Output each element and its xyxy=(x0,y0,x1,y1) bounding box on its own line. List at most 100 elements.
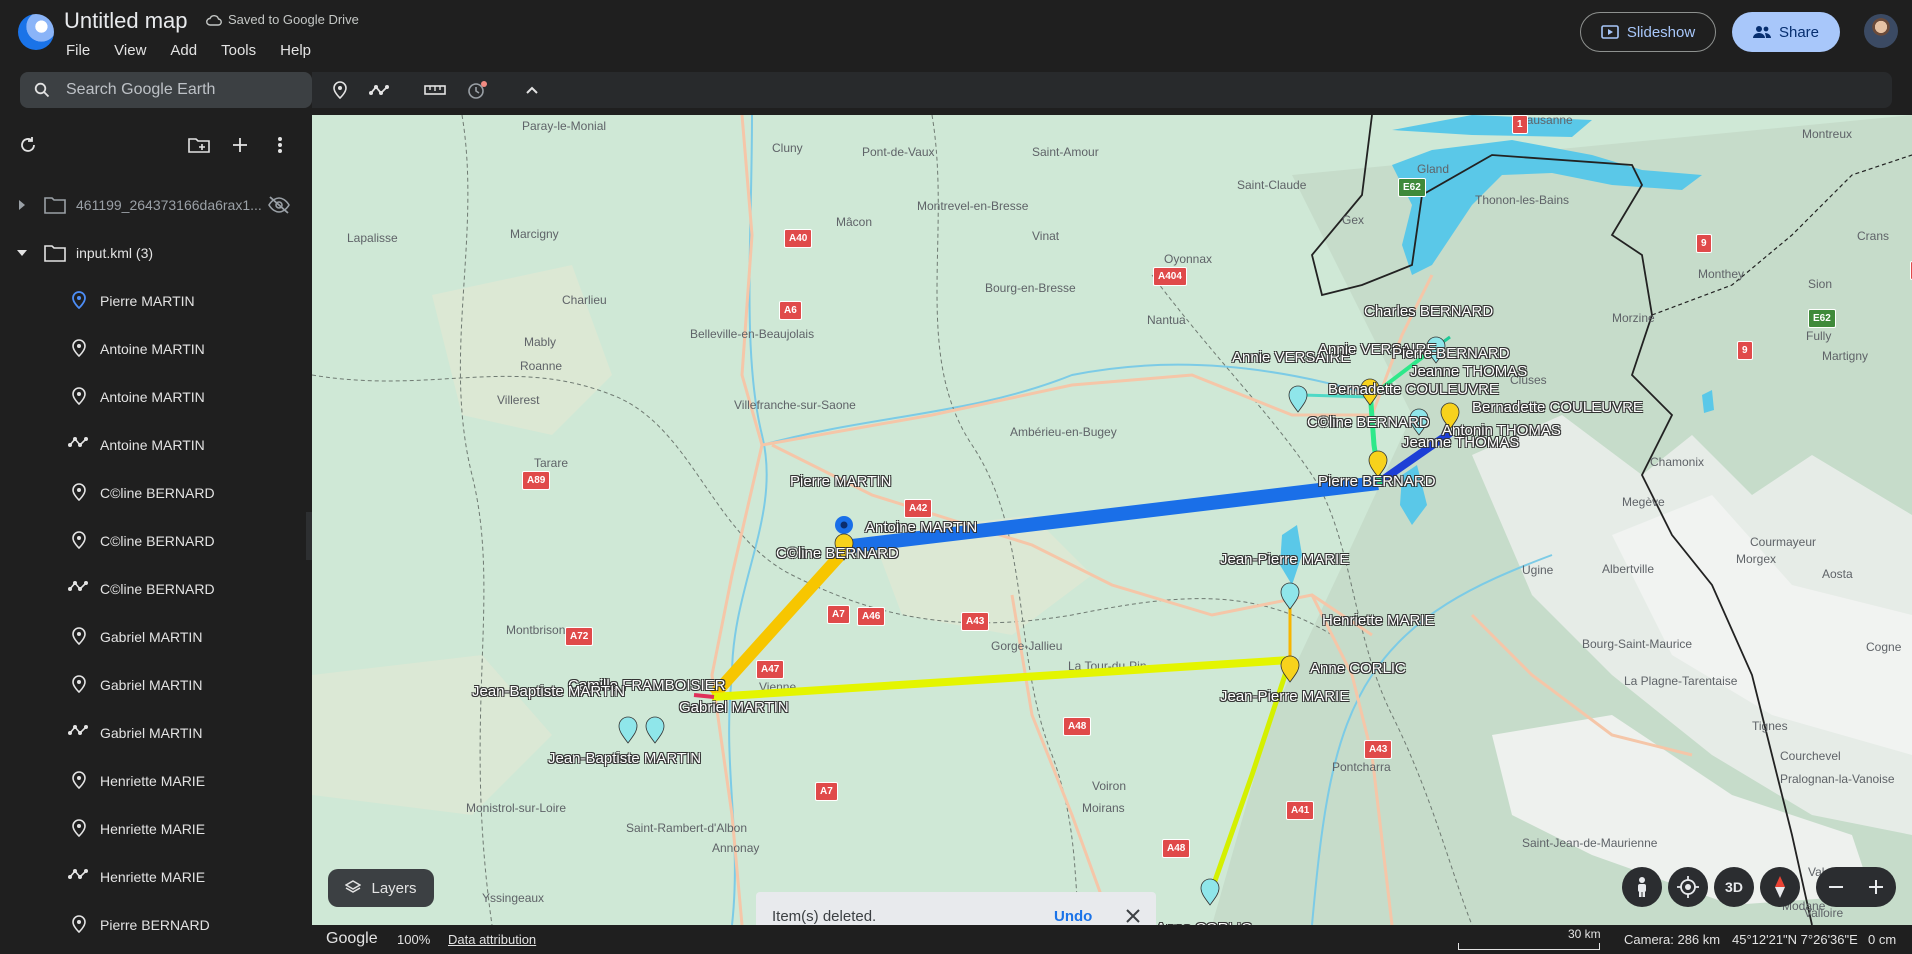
placemark-label[interactable]: C©line BERNARD xyxy=(1307,414,1430,431)
sidebar-item[interactable]: Pierre MARTIN xyxy=(0,281,312,321)
placemark-label[interactable]: Jeanne THOMAS xyxy=(1410,363,1527,380)
placemark-icon xyxy=(72,339,86,360)
folder-label: 461199_264373166da6rax1... xyxy=(76,197,262,213)
sidebar-item[interactable]: Antoine MARTIN xyxy=(0,377,312,417)
menu-file[interactable]: File xyxy=(66,42,90,59)
more-options-button[interactable] xyxy=(268,133,292,157)
draw-path-button[interactable] xyxy=(367,78,393,102)
sidebar-item[interactable]: C©line BERNARD xyxy=(0,521,312,561)
add-item-button[interactable] xyxy=(228,133,252,157)
pegman-icon xyxy=(1638,877,1646,897)
google-earth-logo-icon[interactable] xyxy=(18,14,54,50)
placemark-label[interactable]: Anne CORLIC xyxy=(1310,660,1406,677)
toggle-3d-button[interactable]: 3D xyxy=(1714,867,1754,907)
close-icon[interactable] xyxy=(1126,909,1140,923)
avatar[interactable] xyxy=(1864,14,1898,48)
caret-right-icon[interactable] xyxy=(18,199,26,211)
undo-button[interactable]: Undo xyxy=(1054,908,1092,925)
sidebar-item[interactable]: Antoine MARTIN xyxy=(0,329,312,369)
folder-row[interactable]: input.kml (3) xyxy=(0,233,312,273)
elevation: 0 cm xyxy=(1868,932,1897,947)
data-attribution-link[interactable]: Data attribution xyxy=(448,932,536,947)
sidebar-item[interactable]: Gabriel MARTIN xyxy=(0,665,312,705)
measure-button[interactable] xyxy=(422,78,448,102)
menu-view[interactable]: View xyxy=(114,42,146,59)
sidebar-item-label: Pierre MARTIN xyxy=(100,293,195,309)
new-folder-icon xyxy=(188,138,210,153)
menu-help[interactable]: Help xyxy=(280,42,311,59)
placemark-label[interactable]: Pierre BERNARD xyxy=(1318,473,1436,490)
layers-button[interactable]: Layers xyxy=(328,869,434,907)
folder-icon xyxy=(44,245,66,262)
sidebar-item[interactable]: C©line BERNARD xyxy=(0,569,312,609)
sidebar-item-label: Gabriel MARTIN xyxy=(100,629,203,645)
pin-jb-martin xyxy=(618,716,638,744)
new-folder-button[interactable] xyxy=(187,133,211,157)
sidebar-item-label: Henriette MARIE xyxy=(100,821,206,837)
placemark-blue-icon xyxy=(72,291,86,312)
search-box[interactable] xyxy=(20,72,312,108)
menu-tools[interactable]: Tools xyxy=(221,42,256,59)
camera-altitude: Camera: 286 km xyxy=(1624,932,1721,947)
placemark-icon xyxy=(72,675,86,696)
sidebar-item[interactable]: C©line BERNARD xyxy=(0,473,312,513)
zoom-out-icon[interactable] xyxy=(1829,886,1843,888)
placemark-icon xyxy=(72,387,86,408)
save-status-text: Saved to Google Drive xyxy=(228,12,359,27)
sidebar-item[interactable]: Gabriel MARTIN xyxy=(0,713,312,753)
path-icon xyxy=(68,723,90,740)
sidebar-item[interactable]: Antoine MARTIN xyxy=(0,425,312,465)
add-placemark-button[interactable] xyxy=(327,78,353,102)
visibility-off-icon[interactable] xyxy=(267,195,291,215)
placemark-label[interactable]: Jean-Pierre MARIE xyxy=(1220,551,1349,568)
sidebar-toolbar xyxy=(0,129,312,161)
my-location-button[interactable] xyxy=(1668,867,1708,907)
placemark-label[interactable]: Bernadette COULEUVRE xyxy=(1472,399,1643,416)
folder-icon xyxy=(44,197,66,214)
slideshow-label: Slideshow xyxy=(1626,23,1696,41)
sidebar-item[interactable]: Pierre BERNARD xyxy=(0,905,312,945)
scale-label: 30 km xyxy=(1568,927,1601,941)
street-view-button[interactable] xyxy=(1622,867,1662,907)
map-title[interactable]: Untitled map xyxy=(64,8,188,34)
folder-label: input.kml (3) xyxy=(76,245,154,261)
menu-add[interactable]: Add xyxy=(170,42,197,59)
folder-row[interactable]: 461199_264373166da6rax1... xyxy=(0,185,312,225)
map-canvas[interactable]: Paray-le-Monial Cluny Pont-de-Vaux Saint-Am… xyxy=(312,115,1912,925)
sidebar-item[interactable]: Henriette MARIE xyxy=(0,809,312,849)
placemark-label[interactable]: Jeanne THOMAS xyxy=(1402,434,1519,451)
placemark-label[interactable]: Henriette MARIE xyxy=(1322,612,1435,629)
placemark-label[interactable]: Pierre BERNARD xyxy=(1392,345,1510,362)
caret-down-icon[interactable] xyxy=(16,249,28,257)
placemark-label[interactable]: Jean-Baptiste MARTIN xyxy=(472,683,625,700)
placemark-label[interactable]: C©line BERNARD xyxy=(776,545,899,562)
slideshow-button[interactable]: Slideshow xyxy=(1580,12,1716,52)
sidebar-item[interactable]: Henriette MARIE xyxy=(0,761,312,801)
placemark-label[interactable]: Jean-Pierre MARIE xyxy=(1220,688,1349,705)
placemark-label[interactable]: Pierre MARTIN xyxy=(790,473,891,490)
pin-annie-versaire xyxy=(1288,385,1308,413)
placemark-label[interactable]: Jean-Baptiste MARTIN xyxy=(548,750,701,767)
placemark-label[interactable]: Antoine MARTIN xyxy=(865,519,977,536)
placemark-label[interactable]: Charles BERNARD xyxy=(1364,303,1493,320)
layers-icon xyxy=(345,880,362,893)
share-button[interactable]: Share xyxy=(1732,12,1840,52)
placemark-pins xyxy=(618,336,1460,906)
zoom-in-icon[interactable] xyxy=(1869,880,1883,894)
pin-anne-corlic-south xyxy=(1200,878,1220,906)
refresh-button[interactable] xyxy=(16,133,40,157)
sidebar-item-label: C©line BERNARD xyxy=(100,485,215,501)
search-input[interactable] xyxy=(66,81,286,99)
placemark-label[interactable]: Gabriel MARTIN xyxy=(679,699,789,716)
sidebar-item[interactable]: Henriette MARIE xyxy=(0,857,312,897)
historical-imagery-button[interactable] xyxy=(464,78,490,102)
pin-anne-corlic xyxy=(1280,655,1300,683)
sidebar-item-label: Gabriel MARTIN xyxy=(100,725,203,741)
sidebar-item-label: Henriette MARIE xyxy=(100,773,206,789)
my-location-icon xyxy=(1677,876,1699,898)
collapse-toolbar-button[interactable] xyxy=(519,78,545,102)
placemark-label[interactable]: Bernadette COULEUVRE xyxy=(1328,381,1499,398)
sidebar-item[interactable]: Gabriel MARTIN xyxy=(0,617,312,657)
compass-button[interactable] xyxy=(1760,867,1800,907)
path-icon xyxy=(68,579,90,596)
